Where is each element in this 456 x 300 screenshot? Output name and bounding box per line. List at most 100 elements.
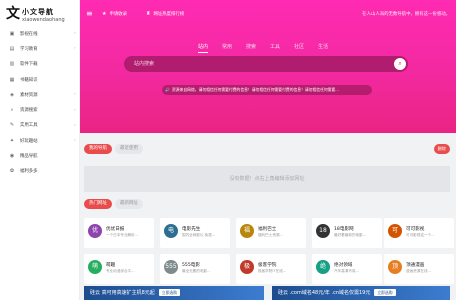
palette-icon: ◈ bbox=[10, 91, 14, 98]
sidebar-item[interactable]: ⌕ 资源搜索 › bbox=[0, 102, 80, 117]
rank-link[interactable]: ♜ 网址热度排行榜 bbox=[146, 11, 184, 17]
avatar: 18 bbox=[316, 224, 330, 238]
ad-banner[interactable]: 硅云 .com域名48元/年 .cn域名仅需19元 立即选购 bbox=[272, 286, 450, 300]
top-notice: 在人山人海的无数导航中，拥有这一份感动。 bbox=[362, 12, 450, 17]
site-desc: 专业动漫综合平... bbox=[106, 269, 135, 273]
search-tab[interactable]: 站内 bbox=[198, 43, 209, 53]
site-card[interactable]: 萌萌趣 专业动漫综合平... bbox=[84, 254, 154, 284]
site-name: 可可影视 bbox=[406, 227, 425, 232]
sidebar-item[interactable]: ✿ 福利多多 bbox=[0, 164, 80, 179]
search-box: ⌕ bbox=[124, 56, 408, 72]
download-icon: ▥ bbox=[9, 61, 15, 68]
ad-button[interactable]: 立即选购 bbox=[158, 289, 180, 296]
film-icon: ▣ bbox=[9, 30, 15, 37]
search-tab[interactable]: 社区 bbox=[294, 43, 304, 53]
site-name: 优优日报 bbox=[106, 227, 125, 232]
menu-icon[interactable]: ≡ bbox=[86, 9, 93, 18]
sidebar-item-label: 素材资源 bbox=[20, 92, 38, 98]
hot-tabs: 热门网址 最新网址 bbox=[84, 199, 146, 209]
site-desc: 极客学院IT在线... bbox=[258, 269, 287, 273]
ad-button[interactable]: 立即选购 bbox=[374, 289, 396, 296]
search-tab[interactable]: 工具 bbox=[270, 43, 280, 53]
search-tab[interactable]: 搜索 bbox=[246, 43, 256, 53]
tab-hot[interactable]: 热门网址 bbox=[84, 199, 112, 209]
tab-latest[interactable]: 最新网址 bbox=[115, 199, 143, 209]
tab-recent[interactable]: 最近使用 bbox=[115, 144, 143, 154]
sidebar-item[interactable]: ✦ 好玩趣站 › bbox=[0, 133, 80, 148]
sidebar-item[interactable]: ▣ 影视在线 › bbox=[0, 26, 80, 41]
site-card[interactable]: 优优优日报 一个日本专业解析... bbox=[84, 218, 154, 248]
site-name: 电影先生 bbox=[182, 227, 201, 232]
tab-my-nav[interactable]: 我的导航 bbox=[84, 144, 112, 154]
ad-banner[interactable]: 硅云 高可用高速扩主机8元起 立即选购 bbox=[84, 286, 264, 300]
sidebar: 文 小文导航 xiaowendaohang ▣ 影视在线 › ▤ 学习教育 › ▥ 软件下载 ▦… bbox=[0, 0, 80, 300]
site-card[interactable]: 555 555电影 最全无删的电影... bbox=[160, 254, 230, 284]
avatar: 萌 bbox=[88, 260, 102, 274]
sidebar-nav: ▣ 影视在线 › ▤ 学习教育 › ▥ 软件下载 ▦ 书籍知识 ◈ 素材资源 › ⌕ 资源搜索 › ✎ 实用工具 ›… bbox=[0, 26, 80, 179]
logo-subtitle: xiaowendaohang bbox=[22, 17, 65, 23]
compass-icon: ◉ bbox=[9, 153, 15, 160]
avatar: 绝 bbox=[316, 260, 330, 274]
site-card[interactable]: 绝绝对领域 汽车高清写真... bbox=[312, 254, 382, 284]
sidebar-item-label: 资源搜索 bbox=[20, 108, 38, 114]
ad-text: 硅云 .com域名48元/年 .cn域名仅需19元 bbox=[278, 290, 371, 296]
site-card[interactable]: 极极客学院 极客学院IT在线... bbox=[236, 254, 306, 284]
site-logo[interactable]: 文 小文导航 xiaowendaohang bbox=[6, 6, 76, 24]
site-name: 极客学院 bbox=[258, 263, 277, 268]
sidebar-item-label: 书籍知识 bbox=[20, 77, 38, 83]
sidebar-item[interactable]: ✎ 实用工具 › bbox=[0, 118, 80, 133]
hero-banner: ≡ ★ 申请收录 ♜ 网址热度排行榜 在人山人海的无数导航中，拥有这一份感动。 … bbox=[80, 0, 456, 133]
site-card[interactable]: 18 18电影网 最好看最新的电影... bbox=[312, 218, 382, 248]
site-desc: 漫画资源在线... bbox=[406, 269, 431, 273]
my-nav-tabs: 我的导航 最近使用 bbox=[84, 144, 146, 154]
search-tab[interactable]: 常用 bbox=[222, 43, 232, 53]
site-desc: 国内全网影片,免费... bbox=[182, 233, 216, 237]
apply-label: 申请收录 bbox=[109, 12, 128, 17]
sidebar-item[interactable]: ◉ 精品导航 bbox=[0, 148, 80, 163]
empty-state[interactable]: 没有数据！点右上角编辑添加网址 bbox=[84, 166, 450, 192]
sidebar-item-label: 软件下载 bbox=[20, 62, 38, 68]
site-desc: 福利巴士资源... bbox=[258, 233, 283, 237]
gift-icon: ✿ bbox=[9, 168, 15, 175]
site-card[interactable]: 顶顶通漫画 漫画资源在线... bbox=[384, 254, 454, 284]
logo-title: 小文导航 bbox=[22, 7, 54, 16]
site-name: 555电影 bbox=[182, 263, 200, 268]
avatar: 可 bbox=[388, 224, 402, 238]
chess-icon: ♜ bbox=[146, 11, 151, 17]
avatar: 福 bbox=[240, 224, 254, 238]
sidebar-item[interactable]: ▤ 学习教育 › bbox=[0, 41, 80, 56]
ad-banners: 硅云 高可用高速扩主机8元起 立即选购 硅云 .com域名48元/年 .cn域名仅需… bbox=[84, 286, 450, 300]
avatar: 顶 bbox=[388, 260, 402, 274]
search-tabs: 站内 常用 搜索 工具 社区 生活 bbox=[198, 43, 342, 53]
sidebar-item[interactable]: ▦ 书籍知识 bbox=[0, 72, 80, 87]
ad-text: 硅云 高可用高速扩主机8元起 bbox=[90, 290, 155, 296]
site-name: 顶通漫画 bbox=[406, 263, 425, 268]
avatar: 优 bbox=[88, 224, 102, 238]
site-card[interactable]: 电电影先生 国内全网影片,免费... bbox=[160, 218, 230, 248]
book-icon: ▤ bbox=[9, 45, 15, 52]
site-desc: 汽车高清写真... bbox=[334, 269, 359, 273]
tool-icon: ✎ bbox=[9, 122, 15, 129]
sidebar-item-label: 影视在线 bbox=[20, 31, 38, 37]
site-desc: 最全无删的电影... bbox=[182, 269, 211, 273]
sidebar-item-label: 实用工具 bbox=[20, 123, 38, 129]
avatar: 555 bbox=[164, 260, 178, 274]
site-desc: 最好看最新的电影... bbox=[334, 233, 367, 237]
search-input[interactable] bbox=[134, 59, 384, 69]
sidebar-item-label: 好玩趣站 bbox=[20, 138, 38, 144]
search-button[interactable]: ⌕ bbox=[394, 58, 406, 70]
sidebar-item[interactable]: ◈ 素材资源 › bbox=[0, 87, 80, 102]
sidebar-item[interactable]: ▥ 软件下载 bbox=[0, 57, 80, 72]
site-card[interactable]: 可可可影视 可可影视这一个... bbox=[384, 218, 454, 248]
site-card[interactable]: 福福利巴士 福利巴士资源... bbox=[236, 218, 306, 248]
site-name: 绝对领域 bbox=[334, 263, 353, 268]
star-icon: ★ bbox=[102, 11, 107, 17]
search-icon: ⌕ bbox=[10, 107, 14, 114]
delete-button[interactable]: 删除 bbox=[433, 144, 450, 154]
apply-link[interactable]: ★ 申请收录 bbox=[102, 11, 127, 17]
sidebar-item-label: 福利多多 bbox=[20, 169, 38, 175]
avatar: 电 bbox=[164, 224, 178, 238]
bookmark-icon: ▦ bbox=[9, 76, 15, 83]
site-name: 18电影网 bbox=[334, 227, 354, 232]
search-tab[interactable]: 生活 bbox=[318, 43, 328, 53]
